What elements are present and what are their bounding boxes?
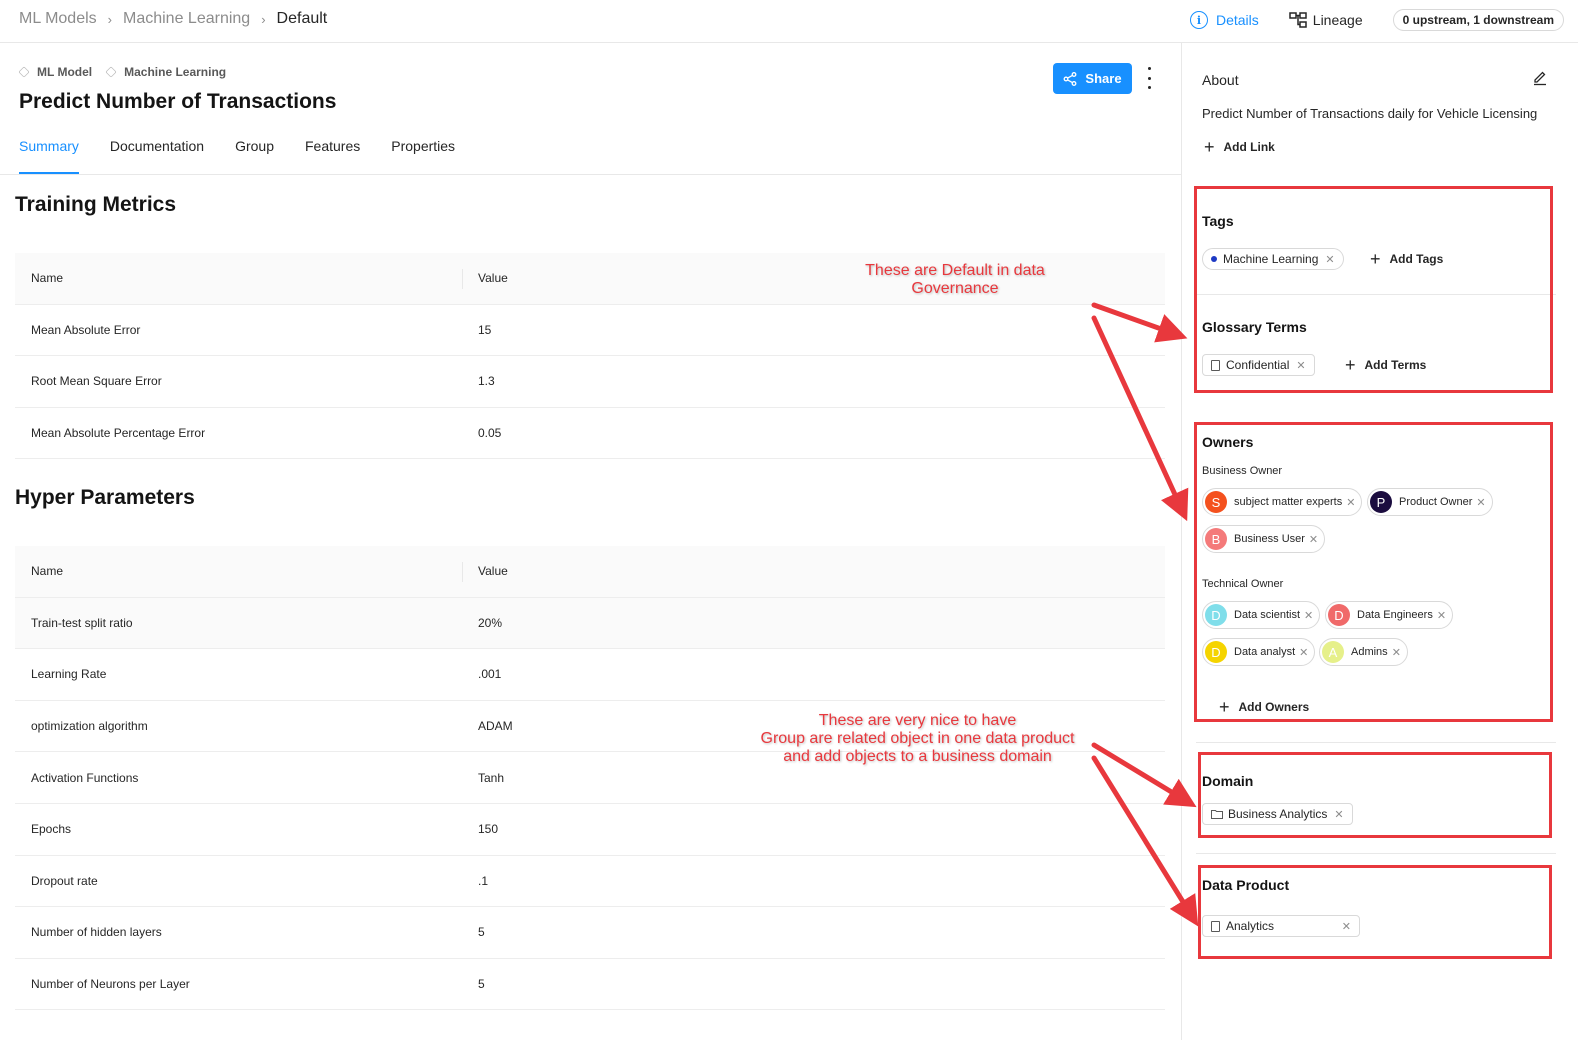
param-value: .1 [478, 873, 489, 888]
annotation-box-owners [1194, 422, 1553, 722]
annotation-governance: These are Default in data Governance [830, 262, 1080, 298]
metric-name: Mean Absolute Error [31, 322, 141, 337]
more-options-icon[interactable] [1145, 67, 1153, 89]
metric-name: Mean Absolute Percentage Error [31, 426, 206, 441]
tab-properties[interactable]: Properties [391, 138, 455, 154]
table-row: Root Mean Square Error 1.3 [15, 356, 1165, 408]
training-metrics-title: Training Metrics [15, 193, 177, 216]
param-value: ADAM [478, 719, 513, 734]
param-value: .001 [478, 667, 502, 682]
table-row: Learning Rate .001 [15, 649, 1165, 701]
tab-documentation[interactable]: Documentation [110, 138, 204, 154]
param-name: Number of hidden layers [31, 925, 162, 940]
metric-value: 15 [478, 322, 492, 337]
chevron-right-icon: › [261, 11, 266, 27]
ml-group-icon [105, 66, 117, 78]
annotation-box-domain [1198, 752, 1552, 838]
tab-group[interactable]: Group [235, 138, 274, 154]
tab-summary[interactable]: Summary [19, 138, 79, 174]
share-label: Share [1085, 71, 1122, 86]
header-value: Value [462, 269, 508, 290]
param-value: 5 [478, 925, 485, 940]
metric-value: 0.05 [478, 426, 502, 441]
breadcrumb-machine-learning[interactable]: Machine Learning [123, 10, 250, 28]
annotation-box-data-product [1198, 865, 1552, 959]
param-name: Number of Neurons per Layer [31, 977, 190, 992]
add-link-label: Add Link [1223, 140, 1275, 154]
table-row: Train-test split ratio 20% [15, 597, 1165, 650]
entity-group[interactable]: Machine Learning [124, 65, 226, 79]
divider [1196, 742, 1556, 743]
annotation-line: and add objects to a business domain [783, 748, 1052, 765]
annotation-line: Group are related object in one data pro… [760, 730, 1075, 747]
metric-value: 1.3 [478, 374, 495, 389]
tabs-divider [0, 174, 1181, 175]
breadcrumb: ML Models › Machine Learning › Default [19, 10, 327, 28]
entity-tabs: Summary Documentation Group Features Pro… [19, 138, 486, 174]
entity-type: ML Model [37, 65, 93, 79]
metric-name: Root Mean Square Error [31, 374, 162, 389]
divider [1196, 853, 1556, 854]
param-value: 20% [478, 615, 503, 630]
edit-icon[interactable] [1532, 70, 1548, 86]
about-title: About [1202, 72, 1239, 88]
table-row: Epochs 150 [15, 804, 1165, 856]
param-value: 150 [478, 822, 499, 837]
entity-meta: ML Model Machine Learning [18, 65, 240, 79]
annotation-line: These are very nice to have [818, 712, 1017, 729]
breadcrumb-ml-models[interactable]: ML Models [19, 10, 97, 28]
share-icon [1063, 71, 1077, 86]
info-icon: i [1189, 11, 1208, 29]
param-name: Train-test split ratio [31, 615, 133, 630]
details-label: Details [1215, 12, 1259, 28]
param-value: Tanh [478, 770, 505, 785]
annotation-line: Governance [911, 280, 999, 297]
top-bar: ML Models › Machine Learning › Default i… [0, 0, 1578, 43]
table-header: Name Value [15, 546, 1165, 598]
ml-model-icon [18, 66, 30, 78]
table-row: Number of hidden layers 5 [15, 907, 1165, 959]
panel-divider [1181, 43, 1182, 1040]
tab-features[interactable]: Features [305, 138, 360, 154]
table-row: Dropout rate .1 [15, 856, 1165, 908]
header-name: Name [31, 564, 64, 579]
param-name: Epochs [31, 822, 72, 837]
table-row: Mean Absolute Percentage Error 0.05 [15, 408, 1165, 460]
header-name: Name [31, 271, 64, 286]
chevron-right-icon: › [107, 11, 112, 27]
lineage-tab[interactable]: Lineage [1289, 12, 1363, 28]
table-row: Mean Absolute Error 15 [15, 305, 1165, 357]
param-name: Learning Rate [31, 667, 107, 682]
lineage-icon [1289, 12, 1307, 28]
share-button[interactable]: Share [1053, 63, 1132, 94]
annotation-line: These are Default in data [865, 262, 1045, 279]
plus-icon: + [1204, 137, 1215, 157]
header-value: Value [462, 562, 508, 583]
param-name: optimization algorithm [31, 719, 148, 734]
hyper-parameters-table: Name Value Train-test split ratio 20% Le… [15, 546, 1165, 1011]
param-value: 5 [478, 977, 485, 992]
param-name: Activation Functions [31, 770, 139, 785]
param-name: Dropout rate [31, 873, 98, 888]
hyper-parameters-title: Hyper Parameters [15, 486, 195, 509]
add-link-button[interactable]: + Add Link [1204, 138, 1275, 156]
breadcrumb-current: Default [276, 10, 328, 27]
details-tab[interactable]: i Details [1189, 11, 1259, 29]
table-row: Number of Neurons per Layer 5 [15, 959, 1165, 1011]
about-description: Predict Number of Transactions daily for… [1202, 106, 1538, 121]
lineage-label: Lineage [1312, 12, 1363, 28]
annotation-nice-to-have: These are very nice to have Group are re… [745, 712, 1090, 766]
page-title: Predict Number of Transactions [19, 90, 337, 113]
annotation-box-governance [1194, 186, 1553, 393]
lineage-count-badge[interactable]: 0 upstream, 1 downstream [1392, 9, 1564, 31]
